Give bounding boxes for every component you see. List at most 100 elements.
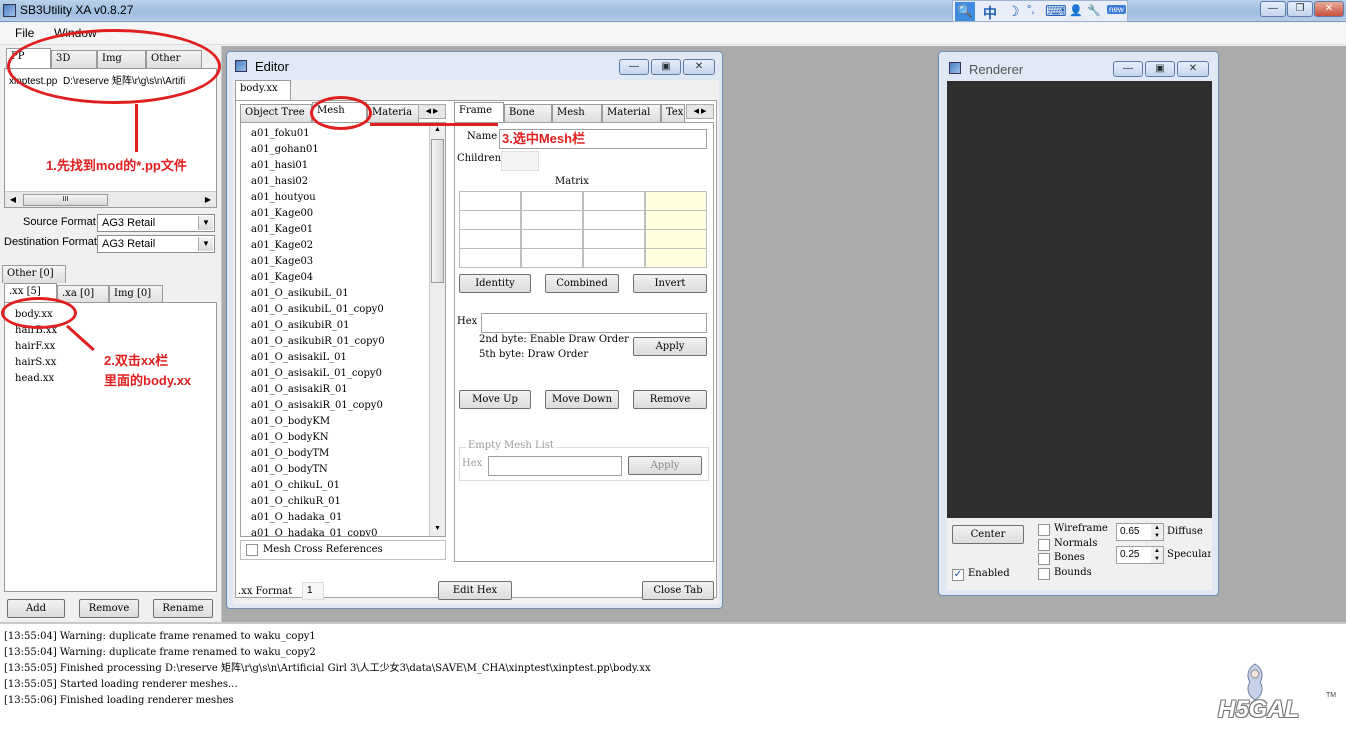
mesh-list-item[interactable]: a01_O_asikubiL_01_copy0 [241,302,384,318]
list-item[interactable]: hairF.xx [5,339,55,355]
horizontal-scrollbar[interactable]: ◀ III ▶ [5,191,216,207]
diffuse-spinner-icon[interactable]: ▲ ▼ [1151,524,1163,540]
editor-minimize-button[interactable]: — [619,59,649,75]
mesh-list-item[interactable]: a01_O_asisakiL_01 [241,350,347,366]
matrix-grid[interactable] [459,191,709,269]
editor-maximize-button[interactable]: ▣ [651,59,681,75]
close-button[interactable]: ✕ [1314,1,1344,17]
renderer-maximize-button[interactable]: ▣ [1145,61,1175,77]
mesh-list-item[interactable]: a01_O_asikubiR_01_copy0 [241,334,385,350]
watermark-logo: H5GAL [1218,696,1300,723]
move-up-button[interactable]: Move Up [459,390,531,409]
scroll-down-icon[interactable]: ▼ [430,522,445,536]
punctuation-icon[interactable]: °, [1027,4,1034,16]
mesh-list-item[interactable]: a01_O_bodyTN [241,462,328,478]
mesh-list-item[interactable]: a01_O_asisakiR_01 [241,382,348,398]
move-down-button[interactable]: Move Down [545,390,619,409]
add-button[interactable]: Add [7,599,65,618]
invert-button[interactable]: Invert [633,274,707,293]
annotation-text-3: 3.选中Mesh栏 [502,131,586,146]
mesh-list-item[interactable]: a01_O_asisakiL_01_copy0 [241,366,382,382]
destination-format-select[interactable]: AG3 Retail ▼ [97,235,215,253]
mesh-cross-refs-checkbox[interactable] [246,544,258,556]
mesh-list-item[interactable]: a01_O_asikubiR_01 [241,318,350,334]
hex-input[interactable] [481,313,707,333]
renderer-minimize-button[interactable]: — [1113,61,1143,77]
mesh-list-item[interactable]: a01_O_bodyKM [241,414,330,430]
user-icon[interactable]: 👤 [1069,4,1083,17]
empty-mesh-list-label: Empty Mesh List [466,440,556,451]
menu-file[interactable]: File [15,26,34,40]
tab-scroll-arrows-icon[interactable]: ◀ ▶ [418,104,446,119]
mesh-list-item[interactable]: a01_Kage00 [241,206,313,222]
specular-spinner-icon[interactable]: ▲ ▼ [1151,547,1163,563]
search-icon[interactable]: 🔍 [955,2,975,21]
mesh-list-item[interactable]: a01_hasi01 [241,158,308,174]
mesh-list-item[interactable]: a01_O_hadaka_01_copy0 [241,526,377,536]
source-format-select[interactable]: AG3 Retail ▼ [97,214,215,232]
scroll-right-icon[interactable]: ▶ [201,193,215,207]
scroll-thumb[interactable] [431,139,444,283]
mesh-list-item[interactable]: a01_foku01 [241,126,310,142]
normals-checkbox[interactable] [1038,539,1050,551]
remove-button[interactable]: Remove [79,599,139,618]
mesh-list-item[interactable]: a01_Kage01 [241,222,313,238]
apply-button[interactable]: Apply [633,337,707,356]
tab-body-xx[interactable]: body.xx [235,80,291,100]
minimize-button[interactable]: — [1260,1,1286,17]
scroll-thumb[interactable]: III [23,194,108,206]
edit-hex-button[interactable]: Edit Hex [438,581,512,600]
xx-format-value[interactable]: 1 [302,582,324,600]
mesh-list-item[interactable]: a01_hasi02 [241,174,308,190]
bounds-checkbox[interactable] [1038,568,1050,580]
tab-object-tree[interactable]: Object Tree [240,104,312,122]
wireframe-checkbox[interactable] [1038,524,1050,536]
new-badge-icon[interactable]: new [1107,5,1126,14]
tab-mesh-right[interactable]: Mesh [552,104,602,122]
window-icon [235,60,247,72]
tab-scroll-arrows-icon[interactable]: ◀ ▶ [686,104,714,119]
moon-icon[interactable]: ☽ [1007,3,1020,20]
combined-button[interactable]: Combined [545,274,619,293]
empty-mesh-hex-input[interactable] [488,456,622,476]
mesh-list-item[interactable]: a01_O_chikuR_01 [241,494,341,510]
mesh-list-item[interactable]: a01_Kage02 [241,238,313,254]
scroll-left-icon[interactable]: ◀ [6,193,20,207]
apply-empty-mesh-button[interactable]: Apply [628,456,702,475]
mesh-list-item[interactable]: a01_Kage03 [241,254,313,270]
renderer-viewport[interactable] [947,81,1212,518]
remove-frame-button[interactable]: Remove [633,390,707,409]
tab-img-files[interactable]: Img [0] [109,285,163,303]
mesh-list-item[interactable]: a01_O_bodyKN [241,430,329,446]
mesh-list-item[interactable]: a01_houtyou [241,190,316,206]
wrench-icon[interactable]: 🔧 [1087,4,1101,17]
enabled-checkbox[interactable]: ✓ [952,569,964,581]
renderer-close-button[interactable]: ✕ [1177,61,1209,77]
vertical-scrollbar[interactable]: ▲ ▼ [429,123,445,536]
mesh-list-item[interactable]: a01_O_hadaka_01 [241,510,342,526]
tab-other-files[interactable]: Other [0] [2,265,66,283]
mesh-list-item[interactable]: a01_Kage04 [241,270,313,286]
mesh-list-item[interactable]: a01_O_asisakiR_01_copy0 [241,398,383,414]
tab-frame[interactable]: Frame [454,102,504,122]
keyboard-icon[interactable]: ⌨ [1045,2,1067,20]
ime-chinese-icon[interactable]: 中 [983,3,997,23]
children-dropdown[interactable] [501,151,539,171]
maximize-button[interactable]: ❐ [1287,1,1313,17]
mesh-list-item[interactable]: a01_gohan01 [241,142,319,158]
center-button[interactable]: Center [952,525,1024,544]
tab-texture[interactable]: Tex [661,104,685,122]
mesh-list-item[interactable]: a01_O_chikuL_01 [241,478,340,494]
mesh-list-item[interactable]: a01_O_asikubiL_01 [241,286,349,302]
editor-close-button[interactable]: ✕ [683,59,715,75]
tab-material-right[interactable]: Material [602,104,661,122]
tab-bone[interactable]: Bone [504,104,552,122]
list-item[interactable]: head.xx [5,371,54,387]
tab-material[interactable]: Materia [367,104,419,122]
identity-button[interactable]: Identity [459,274,531,293]
list-item[interactable]: hairS.xx [5,355,56,371]
mesh-list-item[interactable]: a01_O_bodyTM [241,446,329,462]
close-tab-button[interactable]: Close Tab [642,581,714,600]
bones-checkbox[interactable] [1038,553,1050,565]
rename-button[interactable]: Rename [153,599,213,618]
